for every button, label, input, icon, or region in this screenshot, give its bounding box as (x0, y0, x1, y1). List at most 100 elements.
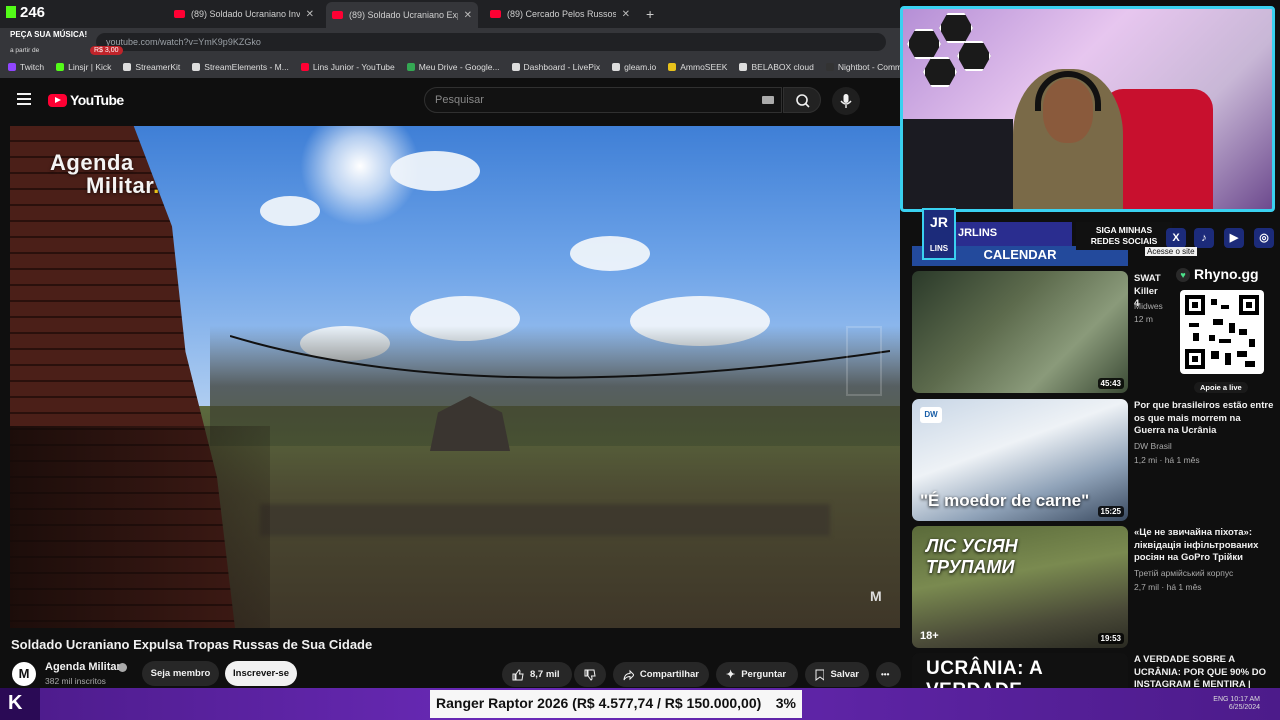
share-label: Compartilhar (639, 669, 699, 680)
unit-emblem-icon (846, 326, 882, 396)
bookmark-item[interactable]: Dashboard - LivePix (511, 62, 601, 72)
bookmark-item[interactable]: Linsjr | Kick (56, 62, 111, 72)
youtube-header: YouTube Pesquisar (0, 78, 900, 122)
url-field[interactable]: youtube.com/watch?v=YmK9p9KZGko (96, 33, 886, 51)
bookmark-item[interactable]: Nightbot - Comm (825, 62, 900, 72)
close-icon[interactable]: ✕ (622, 9, 630, 20)
bookmark-item[interactable]: BELABOX cloud (739, 62, 814, 72)
clock-date: 6/25/2024 (1228, 704, 1260, 711)
browser-tab[interactable]: (89) Cercado Pelos Russos Esse ✕ (484, 4, 636, 24)
recommendation-channel[interactable]: Третій армійський корпус (1134, 568, 1233, 578)
rhyno-donation-widget: ♥ Rhyno.gg Apoie a live (1172, 264, 1276, 398)
recommendation-thumbnail[interactable]: ЛІС УСІЯН ТРУПАМИ 18+ 19:53 (912, 526, 1128, 648)
bookmark-favicon-icon (56, 63, 65, 71)
more-icon: ••• (881, 670, 890, 679)
recommendation-thumbnail[interactable]: 45:43 (912, 271, 1128, 393)
bookmark-item[interactable]: AmmoSEEK (668, 62, 727, 72)
video-blur-region (260, 504, 830, 536)
search-input[interactable]: Pesquisar (424, 87, 782, 113)
webcam-background-dark (903, 119, 1013, 209)
bookmark-label: Meu Drive - Google... (418, 62, 500, 72)
dw-badge: DW (920, 407, 942, 423)
age-restriction-badge: 18+ (920, 630, 939, 642)
thumbs-up-icon (512, 668, 524, 680)
jrlins-banner-text: JRLINS (952, 222, 1072, 246)
goal-percent: 3% (775, 695, 796, 711)
recommendation-channel[interactable]: Midwes (1134, 301, 1163, 311)
browser-tab-active[interactable]: (89) Soldado Ucraniano Exp ✕ (326, 2, 478, 28)
bookmarks-bar: Twitch Linsjr | Kick StreamerKit StreamElem… (0, 56, 900, 78)
bookmark-label: gleam.io (624, 62, 657, 72)
thumbs-down-icon (584, 669, 596, 681)
bookmark-favicon-icon (406, 63, 415, 71)
channel-avatar[interactable]: M (12, 662, 36, 686)
save-label: Salvar (830, 669, 859, 680)
recommendation-channel[interactable]: DW Brasil (1134, 441, 1172, 451)
tab-label: (89) Cercado Pelos Russos Esse (507, 9, 616, 19)
stream-goal-bar: K Ranger Raptor 2026 (R$ 4.577,74 / R$ 1… (0, 688, 1280, 720)
bookmark-item[interactable]: Meu Drive - Google... (406, 62, 500, 72)
recommendation-thumbnail[interactable]: UCRÂNIA: A VERDADE (912, 653, 1128, 688)
video-shadow (10, 426, 270, 628)
bookmark-item[interactable]: StreamElements - M... (192, 62, 289, 72)
x-icon: X (1166, 228, 1186, 248)
verified-icon (118, 663, 127, 672)
heart-icon: ♥ (1176, 268, 1190, 282)
youtube-favicon-icon (174, 10, 185, 18)
voice-search-button[interactable] (832, 87, 860, 115)
keyboard-icon[interactable] (762, 96, 774, 104)
video-channel-watermark: Agenda Militar. (50, 151, 160, 197)
bookmark-item[interactable]: StreamerKit (123, 62, 180, 72)
recommendation-title[interactable]: A VERDADE SOBRE A UCRÂNIA: POR QUE 90% D… (1134, 654, 1274, 688)
song-request-from: a partir de (10, 47, 40, 54)
bookmark-item[interactable]: Lins Junior - YouTube (300, 62, 395, 72)
ask-button[interactable]: ✦ Perguntar (716, 662, 798, 687)
support-live-label: Apoie a live (1194, 382, 1248, 393)
menu-icon[interactable] (17, 93, 31, 105)
close-icon[interactable]: ✕ (464, 10, 472, 21)
youtube-logo[interactable]: YouTube (48, 92, 124, 108)
video-player[interactable]: Agenda Militar. M (10, 126, 900, 628)
like-button[interactable]: 8,7 mil (502, 662, 572, 687)
microphone-icon (840, 94, 852, 108)
new-tab-icon[interactable]: + (646, 6, 654, 22)
clock-time: 10:17 AM (1230, 696, 1260, 703)
channel-name[interactable]: Agenda Militar (45, 661, 121, 673)
recommendation-thumbnail[interactable]: DW "É moedor de carne" 15:25 (912, 399, 1128, 521)
song-request-label: PEÇA SUA MÚSICA! (10, 30, 88, 39)
bookmark-item[interactable]: Twitch (8, 62, 44, 72)
recommendation-meta: 1,2 mi · há 1 mês (1134, 455, 1200, 465)
bookmark-label: StreamerKit (135, 62, 181, 72)
youtube-icon: ▶ (1224, 228, 1244, 248)
recommendation-title[interactable]: «Це не звичайна піхота»: ліквідація інфі… (1134, 527, 1274, 565)
bookmark-favicon-icon (668, 63, 677, 71)
video-cloud (570, 236, 650, 271)
subscriber-count: 382 mil inscritos (45, 676, 106, 686)
thumbnail-caption: "É moedor de carne" (920, 491, 1090, 510)
social-media-banner: JRLINS JR LINS SIGA MINHAS REDES SOCIAIS… (902, 208, 1280, 260)
recommendation-title[interactable]: Por que brasileiros estão entre os que m… (1134, 400, 1274, 438)
more-actions-button[interactable]: ••• (876, 662, 901, 687)
bookmark-item[interactable]: gleam.io (612, 62, 656, 72)
hexagon-shelf (907, 29, 941, 59)
video-duration: 19:53 (1097, 633, 1124, 644)
bookmark-label: Dashboard - LivePix (523, 62, 601, 72)
jr-lins-logo: JR LINS (922, 208, 956, 260)
bookmark-label: StreamElements - M... (204, 62, 289, 72)
share-button[interactable]: Compartilhar (613, 662, 709, 687)
dislike-button[interactable] (574, 662, 606, 687)
browser-tab[interactable]: (89) Soldado Ucraniano Invade ✕ (168, 4, 320, 24)
save-button[interactable]: Salvar (805, 662, 869, 687)
bookmark-icon (815, 669, 825, 681)
search-button[interactable] (783, 87, 821, 113)
watermark-line2: Militar (86, 173, 154, 198)
watermark-line1: Agenda (50, 150, 134, 175)
kick-logo-icon (6, 6, 16, 18)
bookmark-favicon-icon (192, 63, 201, 71)
join-button[interactable]: Seja membro (142, 661, 219, 686)
bookmark-label: BELABOX cloud (751, 62, 814, 72)
bookmark-label: Linsjr | Kick (68, 62, 112, 72)
close-icon[interactable]: ✕ (306, 9, 314, 20)
webcam-overlay (900, 6, 1275, 212)
subscribe-button[interactable]: Inscrever-se (225, 661, 297, 686)
